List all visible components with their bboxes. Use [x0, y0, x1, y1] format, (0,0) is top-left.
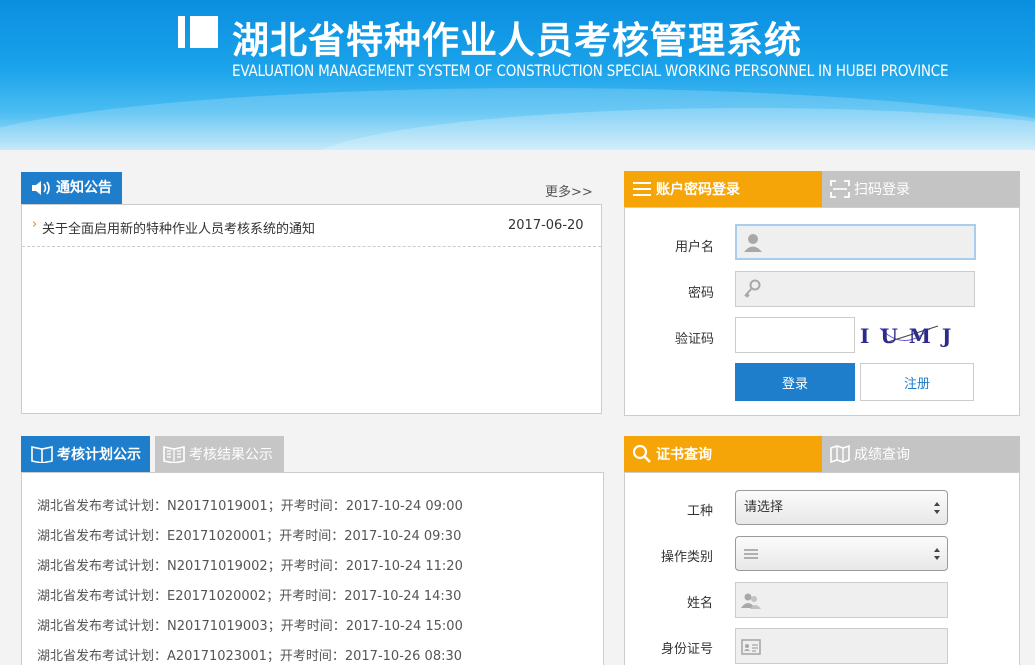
- map-icon: [830, 445, 850, 463]
- tab-certificate-query-label: 证书查询: [656, 447, 712, 463]
- users-icon: [741, 593, 761, 609]
- scan-icon: [830, 180, 850, 198]
- notice-list: › 关于全面启用新的特种作业人员考核系统的通知 2017-06-20: [21, 204, 602, 414]
- list-item[interactable]: › 关于全面启用新的特种作业人员考核系统的通知 2017-06-20: [22, 205, 601, 247]
- captcha-input[interactable]: [735, 317, 855, 353]
- username-input[interactable]: [735, 224, 976, 260]
- login-button[interactable]: 登录: [735, 363, 855, 401]
- id-number-label: 身份证号: [660, 642, 713, 657]
- tab-score-query-label: 成绩查询: [854, 447, 910, 463]
- name-label: 姓名: [686, 596, 713, 611]
- book-icon: [163, 446, 185, 463]
- logo-icon: [178, 16, 218, 48]
- name-input[interactable]: [735, 582, 948, 618]
- page-title: 湖北省特种作业人员考核管理系统: [232, 19, 802, 62]
- list-item[interactable]: 湖北省发布考试计划：E20171020002；开考时间：2017-10-24 1…: [37, 585, 461, 604]
- select-arrows-icon: [934, 548, 940, 560]
- list-item[interactable]: 湖北省发布考试计划：E20171020001；开考时间：2017-10-24 0…: [37, 525, 461, 544]
- captcha-image[interactable]: I U M J: [858, 322, 951, 352]
- notice-date: 2017-06-20: [508, 218, 584, 233]
- tab-exam-result[interactable]: 考核结果公示: [155, 436, 284, 472]
- work-type-value: 请选择: [744, 500, 784, 515]
- list-icon: [744, 549, 758, 559]
- tab-password-login-label: 账户密码登录: [656, 182, 740, 198]
- tab-notice-label: 通知公告: [56, 180, 112, 196]
- password-input[interactable]: [735, 271, 975, 307]
- list-item[interactable]: 湖北省发布考试计划：A20171023001；开考时间：2017-10-26 0…: [37, 645, 462, 664]
- notice-title[interactable]: 关于全面启用新的特种作业人员考核系统的通知: [42, 218, 315, 237]
- user-icon: [744, 234, 762, 252]
- tab-qr-login[interactable]: 扫码登录: [822, 171, 1020, 207]
- id-card-icon: [741, 639, 761, 655]
- book-open-icon: [31, 446, 53, 463]
- captcha-label: 验证码: [674, 332, 714, 347]
- menu-icon: [633, 182, 651, 196]
- operation-type-label: 操作类别: [660, 550, 713, 565]
- captcha-text: I U M J: [860, 324, 954, 348]
- search-icon: [632, 444, 651, 463]
- tab-score-query[interactable]: 成绩查询: [822, 436, 1020, 472]
- list-item[interactable]: 湖北省发布考试计划：N20171019002；开考时间：2017-10-24 1…: [37, 555, 463, 574]
- tab-qr-login-label: 扫码登录: [854, 182, 910, 198]
- operation-type-select[interactable]: [735, 536, 948, 571]
- tab-password-login[interactable]: 账户密码登录: [624, 171, 822, 207]
- tab-exam-result-label: 考核结果公示: [189, 447, 273, 463]
- list-item[interactable]: 湖北省发布考试计划：N20171019003；开考时间：2017-10-24 1…: [37, 615, 463, 634]
- tab-certificate-query[interactable]: 证书查询: [624, 436, 822, 472]
- exam-plan-list: 湖北省发布考试计划：N20171019001；开考时间：2017-10-24 0…: [21, 472, 604, 665]
- tab-exam-plan-label: 考核计划公示: [57, 447, 141, 463]
- tab-exam-plan[interactable]: 考核计划公示: [21, 436, 150, 472]
- id-number-input[interactable]: [735, 628, 948, 664]
- header-banner: 湖北省特种作业人员考核管理系统 EVALUATION MANAGEMENT SY…: [0, 0, 1035, 150]
- work-type-select[interactable]: 请选择: [735, 490, 948, 525]
- select-arrows-icon: [934, 502, 940, 514]
- work-type-label: 工种: [686, 504, 713, 519]
- page-subtitle: EVALUATION MANAGEMENT SYSTEM OF CONSTRUC…: [232, 62, 949, 81]
- username-label: 用户名: [674, 240, 714, 255]
- list-item[interactable]: 湖北省发布考试计划：N20171019001；开考时间：2017-10-24 0…: [37, 495, 463, 514]
- password-label: 密码: [687, 286, 714, 301]
- tab-notice[interactable]: 通知公告: [21, 172, 122, 204]
- more-link[interactable]: 更多>>: [545, 181, 593, 200]
- speaker-icon: [32, 181, 50, 195]
- chevron-right-icon: ›: [32, 217, 38, 232]
- register-button[interactable]: 注册: [860, 363, 974, 401]
- key-icon: [744, 279, 761, 298]
